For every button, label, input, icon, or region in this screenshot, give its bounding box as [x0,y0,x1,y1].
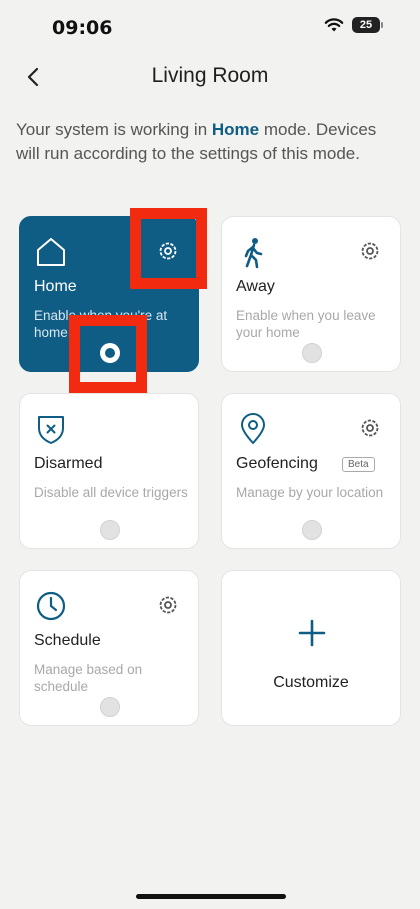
wifi-icon [324,18,344,32]
page-title: Living Room [151,64,269,87]
mode-title: Away [236,278,275,295]
status-icons: 25 [324,17,383,33]
mode-title: Home [34,278,77,295]
mode-radio[interactable] [302,343,322,363]
mode-radio[interactable] [100,697,120,717]
mode-title: Schedule [34,632,101,649]
house-icon [37,238,65,266]
customize-label: Customize [273,674,349,691]
shield-x-icon [38,416,64,444]
mode-card-home[interactable]: Home Enable when you're at home [19,216,199,372]
mode-radio[interactable] [302,520,322,540]
gear-icon[interactable] [156,239,180,263]
mode-desc: Manage based on schedule [34,662,143,694]
gear-icon[interactable] [358,416,382,440]
mode-radio[interactable] [100,343,120,363]
customize-card[interactable]: Customize [221,570,401,726]
gear-icon[interactable] [358,239,382,263]
mode-card-geofencing[interactable]: Geofencing Beta Manage by your location [221,393,401,549]
mode-desc: Enable when you leave your home [236,308,376,340]
mode-desc: Manage by your location [236,485,384,500]
mode-title: Disarmed [34,455,103,472]
clock-icon [36,591,66,621]
mode-title: Geofencing [236,455,318,472]
intro-text-before: Your system is working in [16,120,212,139]
nav-bar: Living Room [0,56,420,100]
mode-card-schedule[interactable]: Schedule Manage based on schedule [19,570,199,726]
battery-icon: 25 [352,17,383,33]
status-time: 09:06 [52,17,113,39]
map-pin-icon [241,413,265,444]
walking-person-icon [244,238,263,269]
mode-description: Your system is working in Home mode. Dev… [16,118,396,166]
gear-icon[interactable] [156,593,180,617]
current-mode: Home [211,120,260,139]
status-bar: 09:06 25 [0,0,420,56]
mode-card-disarmed[interactable]: Disarmed Disable all device triggers [19,393,199,549]
mode-desc: Enable when you're at home [34,308,168,340]
mode-radio[interactable] [100,520,120,540]
mode-desc: Disable all device triggers [34,485,188,500]
beta-badge: Beta [342,457,375,472]
battery-level: 25 [359,19,373,31]
plus-icon [298,619,326,647]
mode-card-away[interactable]: Away Enable when you leave your home [221,216,401,372]
home-indicator [136,894,286,899]
